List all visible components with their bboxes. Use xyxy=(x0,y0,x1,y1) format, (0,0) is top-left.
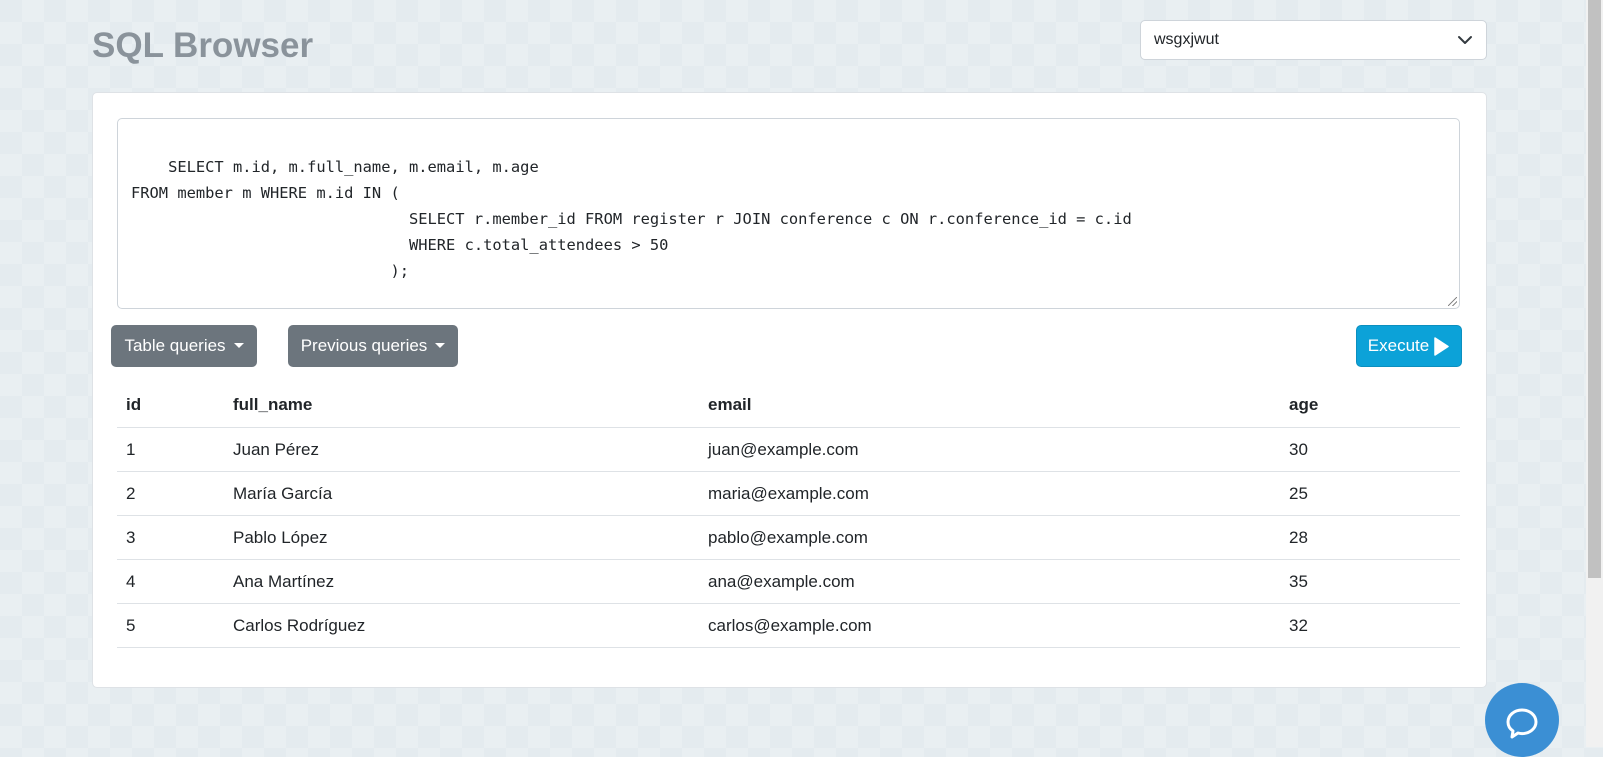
sql-query-text: SELECT m.id, m.full_name, m.email, m.age… xyxy=(131,158,1132,280)
table-cell: 1 xyxy=(117,427,224,472)
chat-button[interactable] xyxy=(1485,683,1559,757)
table-row: 5 Carlos Rodríguez carlos@example.com 32 xyxy=(117,603,1460,648)
page-title: SQL Browser xyxy=(92,26,314,65)
table-cell: Pablo López xyxy=(224,515,699,560)
table-cell: Juan Pérez xyxy=(224,427,699,472)
table-cell: 28 xyxy=(1280,515,1460,560)
table-queries-button[interactable]: Table queries xyxy=(111,325,257,367)
table-cell: María García xyxy=(224,471,699,516)
column-header: email xyxy=(699,382,1280,428)
table-cell: juan@example.com xyxy=(699,427,1280,472)
table-cell: Ana Martínez xyxy=(224,559,699,604)
resize-handle[interactable] xyxy=(1448,297,1457,306)
caret-down-icon xyxy=(233,342,244,348)
table-cell: ana@example.com xyxy=(699,559,1280,604)
database-select-value: wsgxjwut xyxy=(1154,31,1219,48)
table-cell: 2 xyxy=(117,471,224,516)
previous-queries-button[interactable]: Previous queries xyxy=(288,325,458,367)
table-cell: maria@example.com xyxy=(699,471,1280,516)
table-row: 4 Ana Martínez ana@example.com 35 xyxy=(117,559,1460,604)
query-card: SELECT m.id, m.full_name, m.email, m.age… xyxy=(92,92,1487,688)
table-cell: 5 xyxy=(117,603,224,648)
table-cell: carlos@example.com xyxy=(699,603,1280,648)
execute-button[interactable]: Execute xyxy=(1356,325,1462,367)
table-cell: pablo@example.com xyxy=(699,515,1280,560)
column-header: age xyxy=(1280,382,1460,428)
table-queries-label: Table queries xyxy=(124,336,226,355)
column-header: id xyxy=(117,382,224,428)
table-cell: 32 xyxy=(1280,603,1460,648)
column-header: full_name xyxy=(224,382,699,428)
table-cell: Carlos Rodríguez xyxy=(224,603,699,648)
vertical-scrollbar[interactable] xyxy=(1586,0,1603,747)
table-cell: 25 xyxy=(1280,471,1460,516)
sql-editor[interactable]: SELECT m.id, m.full_name, m.email, m.age… xyxy=(117,118,1460,309)
table-row: 1 Juan Pérez juan@example.com 30 xyxy=(117,427,1460,472)
table-cell: 3 xyxy=(117,515,224,560)
results-table: id full_name email age 1 Juan Pérez juan… xyxy=(117,382,1460,648)
chat-bubble-icon xyxy=(1506,708,1538,739)
scrollbar-thumb[interactable] xyxy=(1588,0,1601,578)
database-select[interactable]: wsgxjwut xyxy=(1140,20,1487,60)
table-row: 2 María García maria@example.com 25 xyxy=(117,471,1460,516)
table-cell: 35 xyxy=(1280,559,1460,604)
caret-down-icon xyxy=(435,342,446,348)
table-cell: 30 xyxy=(1280,427,1460,472)
execute-label: Execute xyxy=(1367,336,1430,355)
chevron-down-icon xyxy=(1458,36,1472,44)
play-icon xyxy=(1434,336,1449,356)
table-cell: 4 xyxy=(117,559,224,604)
previous-queries-label: Previous queries xyxy=(300,336,428,355)
table-row: 3 Pablo López pablo@example.com 28 xyxy=(117,515,1460,560)
table-header-row: id full_name email age xyxy=(117,382,1460,428)
